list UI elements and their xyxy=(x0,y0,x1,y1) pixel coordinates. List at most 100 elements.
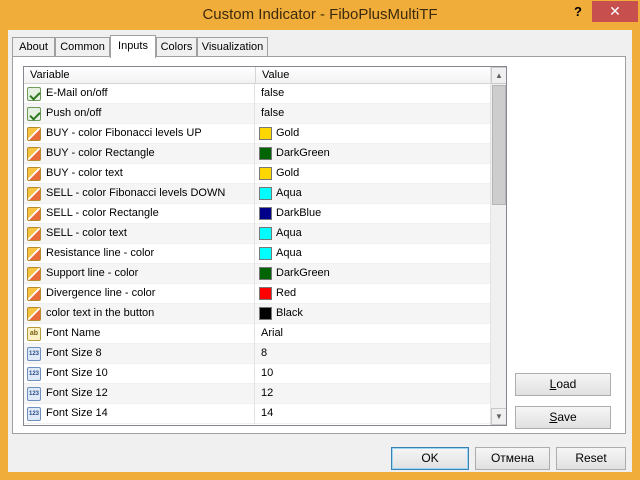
table-row[interactable]: SELL - color text Aqua xyxy=(24,224,490,244)
variable-cell[interactable]: Push on/off xyxy=(24,104,255,124)
color-icon xyxy=(27,287,41,301)
variable-cell[interactable]: ab Font Name xyxy=(24,324,255,344)
value-cell[interactable]: Aqua xyxy=(256,224,490,244)
table-row[interactable]: BUY - color text Gold xyxy=(24,164,490,184)
bool-icon xyxy=(27,87,41,101)
value-cell[interactable]: DarkGreen xyxy=(256,264,490,284)
variable-cell[interactable]: SELL - color Rectangle xyxy=(24,204,255,224)
variable-cell[interactable]: Resistance line - color xyxy=(24,244,255,264)
value-cell[interactable]: 14 xyxy=(256,404,490,424)
variable-cell[interactable]: 123 Font Size 14 xyxy=(24,404,255,424)
save-button[interactable]: Save xyxy=(515,406,611,429)
value-cell[interactable]: false xyxy=(256,84,490,104)
string-icon: ab xyxy=(27,327,41,341)
table-row[interactable]: Push on/off false xyxy=(24,104,490,124)
tab-about[interactable]: About xyxy=(12,37,55,57)
variable-cell[interactable]: Support line - color xyxy=(24,264,255,284)
tab-colors[interactable]: Colors xyxy=(156,37,197,57)
variable-cell[interactable]: 123 Font Size 8 xyxy=(24,344,255,364)
table-row[interactable]: 123 Font Size 12 12 xyxy=(24,384,490,404)
variable-value: 10 xyxy=(261,367,274,379)
value-cell[interactable]: 10 xyxy=(256,364,490,384)
table-row[interactable]: SELL - color Fibonacci levels DOWN Aqua xyxy=(24,184,490,204)
variable-cell[interactable]: BUY - color text xyxy=(24,164,255,184)
variable-value: 12 xyxy=(261,387,274,399)
table-row[interactable]: BUY - color Fibonacci levels UP Gold xyxy=(24,124,490,144)
variable-cell[interactable]: E-Mail on/off xyxy=(24,84,255,104)
value-cell[interactable]: Arial xyxy=(256,324,490,344)
variable-cell[interactable]: SELL - color Fibonacci levels DOWN xyxy=(24,184,255,204)
color-icon xyxy=(27,207,41,221)
variable-value: DarkGreen xyxy=(276,267,330,279)
table-row[interactable]: 123 Font Size 8 8 xyxy=(24,344,490,364)
color-icon xyxy=(27,267,41,281)
tab-inputs[interactable]: Inputs xyxy=(110,35,156,58)
table-row[interactable]: E-Mail on/off false xyxy=(24,84,490,104)
load-button[interactable]: Load xyxy=(515,373,611,396)
variable-cell[interactable]: 123 Font Size 12 xyxy=(24,384,255,404)
variable-name: BUY - color Rectangle xyxy=(46,147,155,159)
ok-button[interactable]: OK xyxy=(391,447,469,470)
table-row[interactable]: Divergence line - color Red xyxy=(24,284,490,304)
reset-button[interactable]: Reset xyxy=(556,447,626,470)
load-button-rest: oad xyxy=(556,377,577,391)
value-cell[interactable]: 12 xyxy=(256,384,490,404)
cancel-button[interactable]: Отмена xyxy=(475,447,550,470)
value-cell[interactable]: Gold xyxy=(256,164,490,184)
table-row[interactable]: 123 Font Size 14 14 xyxy=(24,404,490,424)
variable-name: Push on/off xyxy=(46,107,102,119)
value-cell[interactable]: Aqua xyxy=(256,244,490,264)
variable-cell[interactable]: SELL - color text xyxy=(24,224,255,244)
variable-cell[interactable]: BUY - color Rectangle xyxy=(24,144,255,164)
variable-name: SELL - color Rectangle xyxy=(46,207,159,219)
variable-value: Aqua xyxy=(276,187,302,199)
table-row[interactable]: ab Font Name Arial xyxy=(24,324,490,344)
value-cell[interactable]: Aqua xyxy=(256,184,490,204)
scroll-down-button[interactable]: ▼ xyxy=(491,408,506,425)
variable-name: Font Name xyxy=(46,327,101,339)
title-bar: Custom Indicator - FiboPlusMultiTF ? ✕ xyxy=(0,0,640,30)
color-icon xyxy=(27,127,41,141)
variable-cell[interactable]: Divergence line - color xyxy=(24,284,255,304)
variable-cell[interactable]: BUY - color Fibonacci levels UP xyxy=(24,124,255,144)
dialog-window: Custom Indicator - FiboPlusMultiTF ? ✕ A… xyxy=(0,0,640,480)
number-icon: 123 xyxy=(27,407,41,421)
color-icon xyxy=(27,307,41,321)
table-row[interactable]: BUY - color Rectangle DarkGreen xyxy=(24,144,490,164)
color-icon xyxy=(27,247,41,261)
color-swatch xyxy=(259,287,272,300)
column-header-variable[interactable]: Variable xyxy=(24,67,256,84)
variable-value: 8 xyxy=(261,347,268,359)
table-row[interactable]: 123 Font Size 10 10 xyxy=(24,364,490,384)
tab-visualization[interactable]: Visualization xyxy=(197,37,268,57)
scroll-thumb[interactable] xyxy=(492,85,506,205)
number-icon: 123 xyxy=(27,387,41,401)
help-button[interactable]: ? xyxy=(566,2,590,22)
close-button[interactable]: ✕ xyxy=(592,1,638,22)
value-cell[interactable]: 8 xyxy=(256,344,490,364)
value-cell[interactable]: DarkBlue xyxy=(256,204,490,224)
tab-common[interactable]: Common xyxy=(55,37,110,57)
color-swatch xyxy=(259,267,272,280)
table-row[interactable]: color text in the button Black xyxy=(24,304,490,324)
table-row[interactable]: Resistance line - color Aqua xyxy=(24,244,490,264)
table-row[interactable]: Support line - color DarkGreen xyxy=(24,264,490,284)
color-swatch xyxy=(259,227,272,240)
column-header-value[interactable]: Value xyxy=(256,67,490,84)
variable-cell[interactable]: color text in the button xyxy=(24,304,255,324)
table-row[interactable]: SELL - color Rectangle DarkBlue xyxy=(24,204,490,224)
value-cell[interactable]: false xyxy=(256,104,490,124)
value-cell[interactable]: Red xyxy=(256,284,490,304)
grid-scrollbar[interactable]: ▲ ▼ xyxy=(490,67,506,425)
variable-value: Aqua xyxy=(276,227,302,239)
color-swatch xyxy=(259,307,272,320)
scroll-up-button[interactable]: ▲ xyxy=(491,67,506,84)
variable-value: DarkBlue xyxy=(276,207,322,219)
variable-value: Red xyxy=(276,287,297,299)
value-cell[interactable]: Black xyxy=(256,304,490,324)
variable-name: BUY - color text xyxy=(46,167,123,179)
color-icon xyxy=(27,227,41,241)
value-cell[interactable]: DarkGreen xyxy=(256,144,490,164)
value-cell[interactable]: Gold xyxy=(256,124,490,144)
variable-cell[interactable]: 123 Font Size 10 xyxy=(24,364,255,384)
